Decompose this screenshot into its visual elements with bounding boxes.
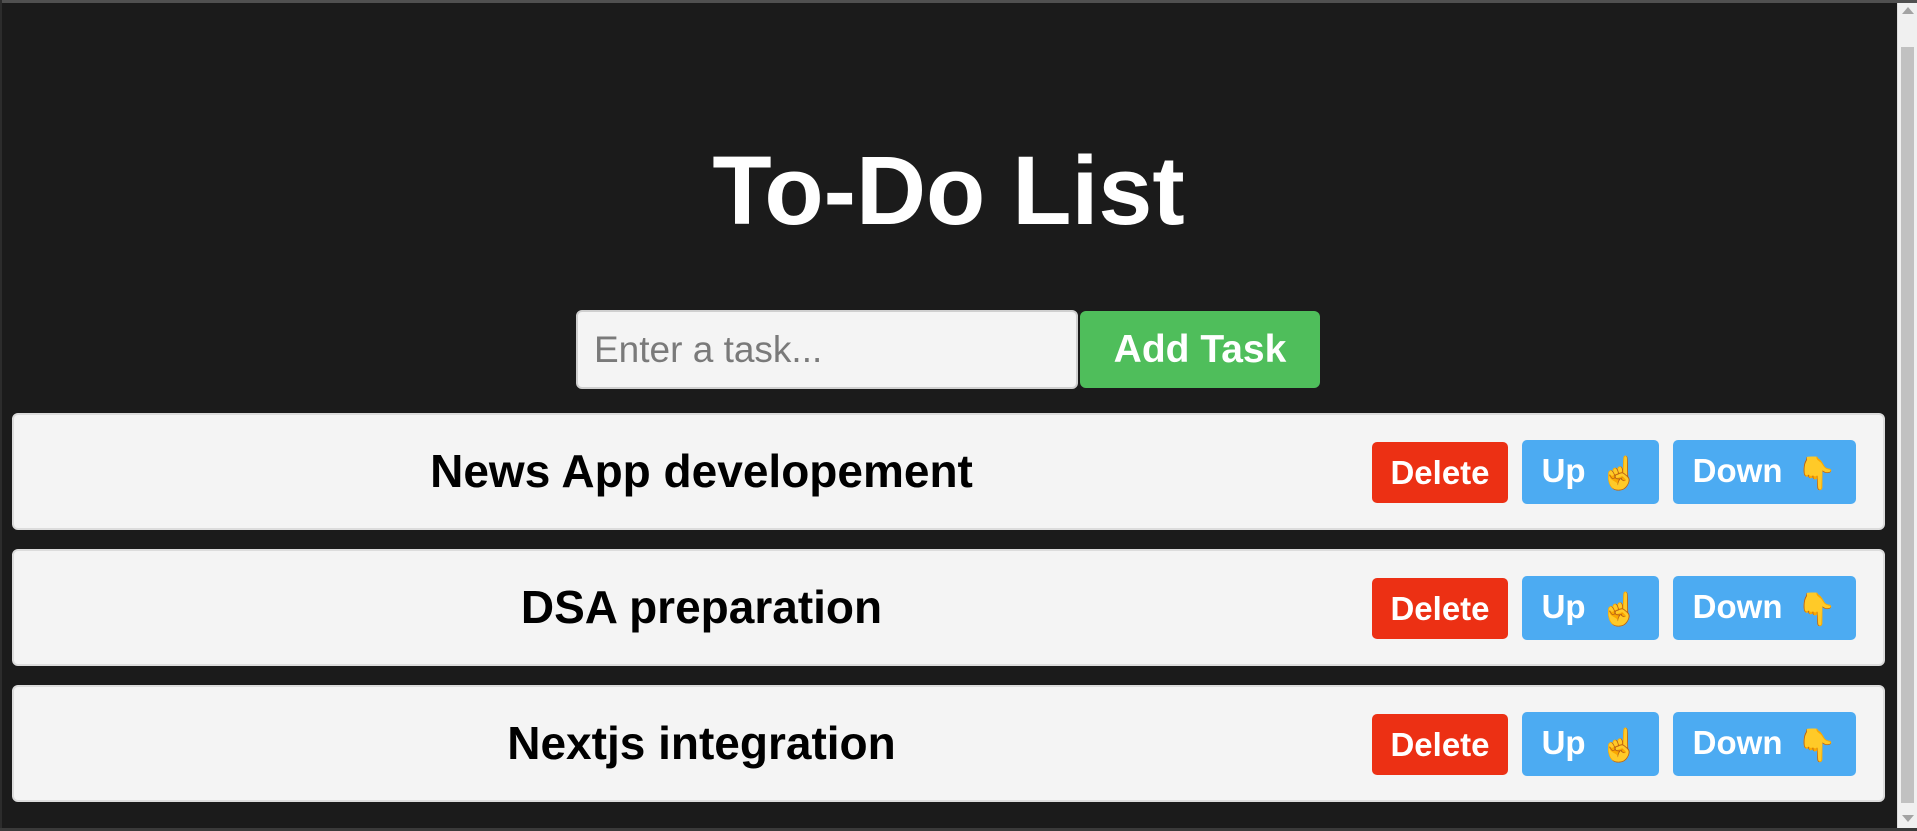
- task-text: News App developement: [430, 445, 973, 497]
- move-up-label: Up: [1541, 724, 1586, 761]
- pointing-up-hand-icon: ☝: [1599, 591, 1640, 627]
- delete-button[interactable]: Delete: [1372, 714, 1508, 775]
- task-input-row: Add Task: [576, 310, 1320, 389]
- task-input[interactable]: [576, 310, 1078, 389]
- add-task-button[interactable]: Add Task: [1080, 311, 1320, 388]
- move-up-button[interactable]: Up ☝: [1522, 712, 1659, 776]
- move-down-button[interactable]: Down 👇: [1673, 712, 1856, 776]
- task-item: News App developement Delete Up ☝ Down 👇: [12, 413, 1885, 530]
- task-item: DSA preparation Delete Up ☝ Down 👇: [12, 549, 1885, 666]
- move-up-button[interactable]: Up ☝: [1522, 440, 1659, 504]
- move-up-label: Up: [1541, 588, 1586, 625]
- scroll-up-arrow-icon[interactable]: [1902, 7, 1914, 14]
- move-down-label: Down: [1692, 588, 1783, 625]
- delete-button[interactable]: Delete: [1372, 578, 1508, 639]
- scrollbar-thumb[interactable]: [1901, 47, 1914, 803]
- todo-app: To-Do List Add Task News App developemen…: [2, 3, 1895, 828]
- pointing-down-hand-icon: 👇: [1796, 591, 1837, 627]
- scroll-down-arrow-icon[interactable]: [1902, 815, 1914, 822]
- move-up-button[interactable]: Up ☝: [1522, 576, 1659, 640]
- move-down-label: Down: [1692, 724, 1783, 761]
- pointing-down-hand-icon: 👇: [1796, 455, 1837, 491]
- pointing-up-hand-icon: ☝: [1599, 455, 1640, 491]
- move-down-label: Down: [1692, 452, 1783, 489]
- move-up-label: Up: [1541, 452, 1586, 489]
- task-item: Nextjs integration Delete Up ☝ Down 👇: [12, 685, 1885, 802]
- task-text: DSA preparation: [520, 581, 883, 633]
- page-title: To-Do List: [712, 136, 1185, 245]
- pointing-down-hand-icon: 👇: [1796, 727, 1837, 763]
- pointing-up-hand-icon: ☝: [1599, 727, 1640, 763]
- move-down-button[interactable]: Down 👇: [1673, 576, 1856, 640]
- task-text: Nextjs integration: [507, 717, 896, 769]
- move-down-button[interactable]: Down 👇: [1673, 440, 1856, 504]
- delete-button[interactable]: Delete: [1372, 442, 1508, 503]
- vertical-scrollbar[interactable]: [1897, 3, 1917, 828]
- task-list: News App developement Delete Up ☝ Down 👇 D…: [12, 413, 1885, 821]
